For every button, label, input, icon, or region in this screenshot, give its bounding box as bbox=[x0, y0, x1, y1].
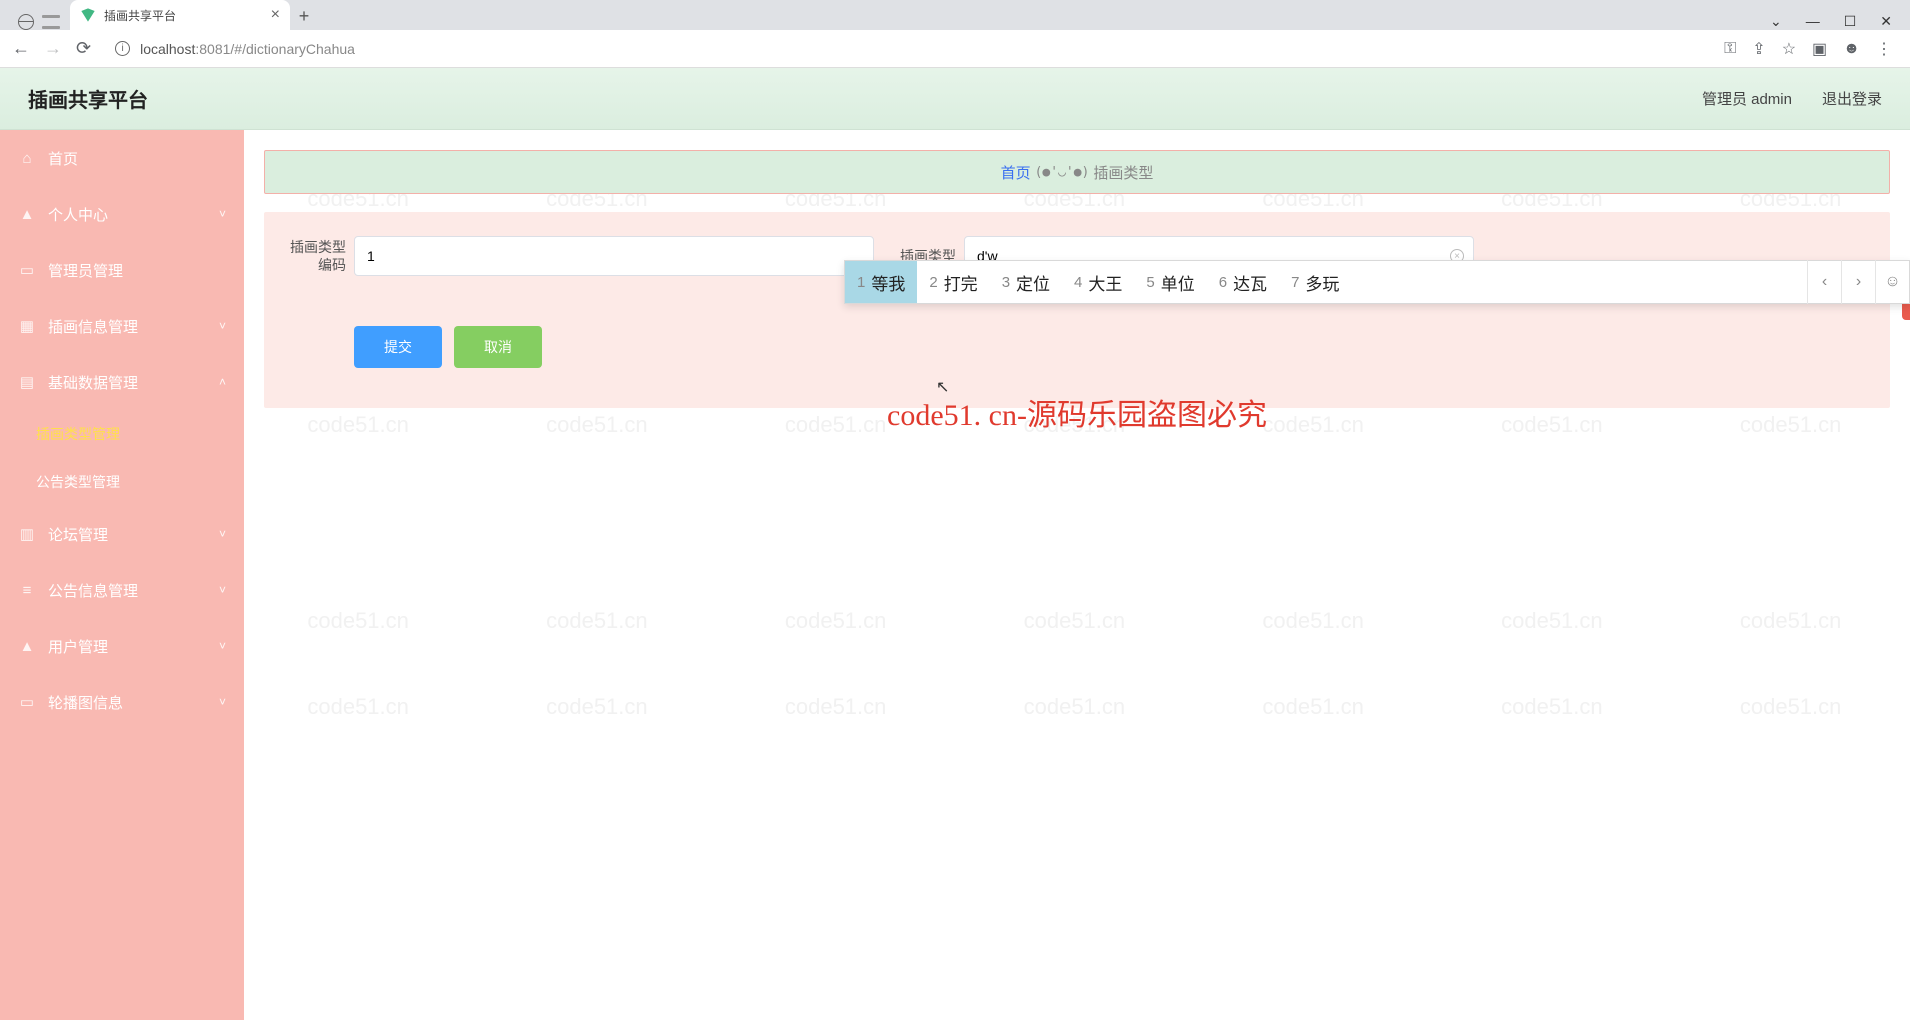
vue-favicon-icon bbox=[80, 7, 96, 23]
chevron-down-icon: ˅ bbox=[219, 639, 226, 653]
home-icon: ⌂ bbox=[18, 149, 36, 167]
minimize-icon[interactable]: — bbox=[1806, 13, 1820, 30]
sidebar-item-admin[interactable]: ▭ 管理员管理 bbox=[0, 242, 244, 298]
label: 公告类型管理 bbox=[36, 472, 120, 492]
ime-emoji-icon[interactable]: ☺ bbox=[1875, 260, 1909, 304]
ime-cand-3[interactable]: 3定位 bbox=[990, 261, 1062, 303]
ime-cand-6[interactable]: 6达瓦 bbox=[1207, 261, 1279, 303]
label: 插画信息管理 bbox=[48, 316, 138, 337]
chevron-down-icon: ˅ bbox=[219, 527, 226, 541]
site-info-icon[interactable]: i bbox=[115, 41, 130, 56]
chevron-down-icon: ˅ bbox=[219, 695, 226, 709]
chevron-down-icon: ˅ bbox=[219, 207, 226, 221]
refresh-icon[interactable]: ⟳ bbox=[76, 38, 91, 59]
breadcrumb-sep: (●'◡'●) bbox=[1035, 165, 1090, 180]
tab-dropdown-icon[interactable]: ⌄ bbox=[1770, 13, 1782, 30]
input-code[interactable] bbox=[354, 236, 874, 276]
sidebar-item-notice[interactable]: ≡ 公告信息管理 ˅ bbox=[0, 562, 244, 618]
tab-close-icon[interactable]: × bbox=[271, 6, 280, 24]
sidebar: ⌂ 首页 ▲ 个人中心 ˅ ▭ 管理员管理 ▦ 插画信息管理 ˅ ▤ 基础数据管理 ˄ 插画类型… bbox=[0, 130, 244, 1020]
ime-cand-1[interactable]: 1等我 bbox=[845, 261, 917, 303]
label: 个人中心 bbox=[48, 204, 108, 225]
sidebar-item-carousel[interactable]: ▭ 轮播图信息 ˅ bbox=[0, 674, 244, 730]
close-window-icon[interactable]: ✕ bbox=[1880, 13, 1892, 30]
label: 首页 bbox=[48, 148, 78, 169]
slide-icon: ▭ bbox=[18, 693, 36, 711]
chevron-down-icon: ˅ bbox=[219, 319, 226, 333]
browser-urlbar: ← → ⟳ i localhost:8081/#/dictionaryChahu… bbox=[0, 30, 1910, 68]
bookmark-icon[interactable]: ☆ bbox=[1782, 39, 1796, 59]
new-tab-button[interactable]: + bbox=[290, 2, 318, 30]
sidebar-item-illustration[interactable]: ▦ 插画信息管理 ˅ bbox=[0, 298, 244, 354]
label: 插画类型管理 bbox=[36, 424, 120, 444]
sidebar-item-profile[interactable]: ▲ 个人中心 ˅ bbox=[0, 186, 244, 242]
submit-button[interactable]: 提交 bbox=[354, 326, 442, 368]
ime-cand-4[interactable]: 4大王 bbox=[1062, 261, 1134, 303]
ime-cand-5[interactable]: 5单位 bbox=[1134, 261, 1206, 303]
list-icon: ≡ bbox=[18, 581, 36, 599]
breadcrumb-home[interactable]: 首页 bbox=[1001, 162, 1031, 183]
browser-tabbar: 插画共享平台 × + ⌄ — ☐ ✕ bbox=[0, 0, 1910, 30]
app-title: 插画共享平台 bbox=[28, 84, 148, 113]
breadcrumb-current: 插画类型 bbox=[1093, 162, 1153, 183]
cursor-icon: ↖ bbox=[936, 377, 949, 397]
ime-candidate-bar: 1等我 2打完 3定位 4大王 5单位 6达瓦 7多玩 ‹ › ☺ bbox=[844, 260, 1910, 304]
db-icon: ▤ bbox=[18, 373, 36, 391]
ime-cand-2[interactable]: 2打完 bbox=[917, 261, 989, 303]
label-code: 插画类型编码 bbox=[282, 238, 354, 274]
logout-link[interactable]: 退出登录 bbox=[1822, 88, 1882, 109]
chevron-down-icon: ˅ bbox=[219, 583, 226, 597]
submenu-notice-type[interactable]: 公告类型管理 bbox=[0, 458, 244, 506]
url-text: localhost:8081/#/dictionaryChahua bbox=[140, 41, 355, 57]
submenu-illustration-type[interactable]: 插画类型管理 bbox=[0, 410, 244, 458]
maximize-icon[interactable]: ☐ bbox=[1844, 13, 1857, 30]
admin-icon: ▭ bbox=[18, 261, 36, 279]
image-icon: ▦ bbox=[18, 317, 36, 335]
label: 用户管理 bbox=[48, 636, 108, 657]
chart-icon: ▥ bbox=[18, 525, 36, 543]
label: 基础数据管理 bbox=[48, 372, 138, 393]
menu-icon[interactable]: ⋮ bbox=[1876, 39, 1892, 59]
label: 管理员管理 bbox=[48, 260, 123, 281]
sidebar-item-users[interactable]: ▲ 用户管理 ˅ bbox=[0, 618, 244, 674]
label: 论坛管理 bbox=[48, 524, 108, 545]
cancel-button[interactable]: 取消 bbox=[454, 326, 542, 368]
url-field[interactable]: i localhost:8081/#/dictionaryChahua bbox=[105, 41, 1710, 57]
user-icon: ▲ bbox=[18, 637, 36, 655]
profile-icon[interactable]: ☻ bbox=[1843, 40, 1860, 58]
form-card: 插画类型编码 插画类型 × 1等我 2打完 3定位 4大 bbox=[264, 212, 1890, 408]
ime-cand-7[interactable]: 7多玩 bbox=[1279, 261, 1351, 303]
nav-forward-icon[interactable]: → bbox=[44, 38, 62, 59]
user-label[interactable]: 管理员 admin bbox=[1702, 88, 1792, 109]
main-content: 首页 (●'◡'●) 插画类型 插画类型编码 插画类型 × bbox=[244, 130, 1910, 1020]
user-icon: ▲ bbox=[18, 205, 36, 223]
breadcrumb: 首页 (●'◡'●) 插画类型 bbox=[264, 150, 1890, 194]
tab-title: 插画共享平台 bbox=[104, 7, 263, 24]
app-header: 插画共享平台 管理员 admin 退出登录 bbox=[0, 68, 1910, 130]
key-icon[interactable]: ⚿ bbox=[1724, 40, 1736, 58]
extensions-icon[interactable]: ▣ bbox=[1812, 39, 1827, 59]
label: 公告信息管理 bbox=[48, 580, 138, 601]
share-icon[interactable]: ⇪ bbox=[1752, 39, 1765, 59]
browser-tab[interactable]: 插画共享平台 × bbox=[70, 0, 290, 30]
label: 轮播图信息 bbox=[48, 692, 123, 713]
sidebar-item-forum[interactable]: ▥ 论坛管理 ˅ bbox=[0, 506, 244, 562]
sidebar-item-home[interactable]: ⌂ 首页 bbox=[0, 130, 244, 186]
nav-back-icon[interactable]: ← bbox=[12, 38, 30, 59]
tabstack-icon[interactable] bbox=[42, 15, 60, 29]
sidebar-item-basedata[interactable]: ▤ 基础数据管理 ˄ bbox=[0, 354, 244, 410]
globe-icon[interactable] bbox=[18, 14, 34, 30]
ime-prev-icon[interactable]: ‹ bbox=[1807, 260, 1841, 304]
ime-next-icon[interactable]: › bbox=[1841, 260, 1875, 304]
chevron-up-icon: ˄ bbox=[219, 375, 226, 389]
